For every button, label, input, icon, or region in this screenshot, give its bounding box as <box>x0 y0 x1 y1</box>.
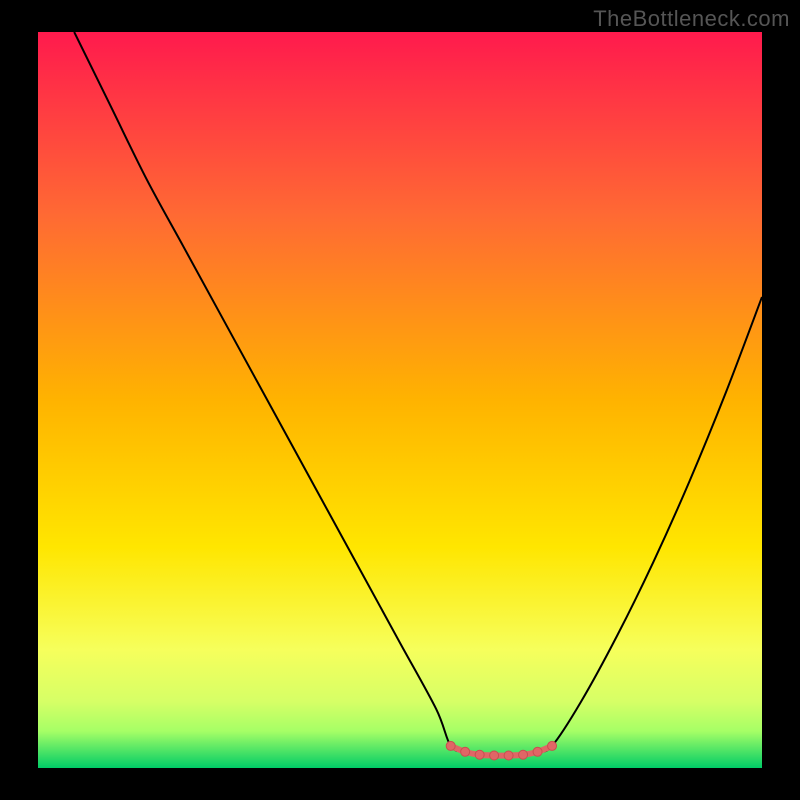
valley-dot <box>519 750 528 759</box>
valley-dot <box>475 750 484 759</box>
plot-area <box>38 32 762 768</box>
valley-dot <box>490 751 499 760</box>
valley-dot <box>504 751 513 760</box>
valley-dot <box>533 747 542 756</box>
watermark-text: TheBottleneck.com <box>593 6 790 32</box>
valley-dot <box>548 741 557 750</box>
bottleneck-curve <box>38 32 762 768</box>
curve-line <box>74 32 762 756</box>
valley-dot <box>446 741 455 750</box>
valley-dot <box>461 747 470 756</box>
chart-frame: TheBottleneck.com <box>0 0 800 800</box>
